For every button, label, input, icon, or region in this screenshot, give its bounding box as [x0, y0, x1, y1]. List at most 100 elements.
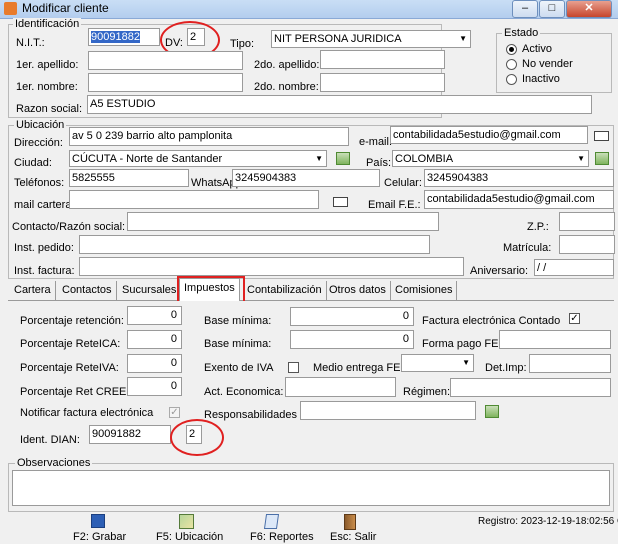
direccion-input[interactable]: av 5 0 239 barrio alto pamplonita — [69, 127, 349, 146]
medio-entrega-label: Medio entrega FE: — [313, 362, 404, 374]
medio-entrega-select[interactable]: ▼ — [401, 354, 474, 372]
close-button[interactable]: ✕ — [566, 0, 612, 18]
nit-label: N.I.T.: — [16, 37, 45, 49]
regimen-input[interactable] — [450, 378, 611, 397]
ident-dian-label: Ident. DIAN: — [20, 434, 80, 446]
direccion-label: Dirección: — [14, 137, 63, 149]
reteiva-label: Porcentaje ReteIVA: — [20, 362, 119, 374]
window-title: Modificar cliente — [22, 1, 109, 15]
email-fe-input[interactable]: contabilidada5estudio@gmail.com — [424, 190, 614, 209]
cree-input[interactable]: 0 — [127, 377, 182, 396]
responsabilidades-label: Responsabilidades — [204, 409, 297, 421]
nombre1-input[interactable] — [88, 73, 243, 92]
telefonos-input[interactable]: 5825555 — [69, 169, 189, 187]
mail-icon[interactable] — [333, 197, 348, 207]
razon-input[interactable]: A5 ESTUDIO — [87, 95, 592, 114]
exit-door-icon — [344, 514, 356, 530]
base-minima-2-input[interactable]: 0 — [290, 330, 414, 349]
reteiva-input[interactable]: 0 — [127, 354, 182, 373]
ciudad-browse-icon[interactable] — [336, 152, 350, 165]
nit-value: 90091882 — [91, 31, 140, 43]
forma-pago-input[interactable] — [499, 330, 611, 349]
base-minima-2-label: Base mínima: — [204, 338, 272, 350]
observaciones-textarea[interactable] — [12, 470, 610, 506]
reteica-input[interactable]: 0 — [127, 330, 182, 349]
telefonos-label: Teléfonos: — [14, 177, 65, 189]
whatsapp-input[interactable]: 3245904383 — [232, 169, 380, 187]
inst-pedido-input[interactable] — [79, 235, 430, 254]
responsabilidades-browse-icon[interactable] — [485, 405, 499, 418]
tab-contabilizacion[interactable]: Contabilización — [243, 281, 327, 300]
radio-activo[interactable] — [506, 44, 517, 55]
estado-group-label: Estado — [502, 27, 541, 39]
email-fe-label: Email F.E.: — [368, 199, 421, 211]
apellido2-input[interactable] — [320, 50, 445, 69]
ciudad-label: Ciudad: — [14, 157, 52, 169]
map-icon — [179, 514, 194, 529]
mail-cartera-label: mail cartera: — [14, 199, 75, 211]
act-economica-label: Act. Economica: — [204, 386, 284, 398]
pais-value: COLOMBIA — [395, 153, 454, 165]
base-minima-1-label: Base mínima: — [204, 315, 272, 327]
mail-icon[interactable] — [594, 131, 609, 141]
regimen-label: Régimen: — [403, 386, 451, 398]
radio-inactivo-label: Inactivo — [522, 73, 560, 85]
notificar-fe-label: Notificar factura electrónica — [20, 407, 154, 419]
zp-input[interactable] — [559, 212, 615, 231]
inst-factura-input[interactable] — [79, 257, 464, 276]
contacto-label: Contacto/Razón social: — [12, 221, 126, 233]
nit-input[interactable]: 90091882 — [88, 28, 160, 46]
tab-comisiones[interactable]: Comisiones — [391, 281, 458, 300]
celular-input[interactable]: 3245904383 — [424, 169, 614, 187]
chevron-down-icon: ▼ — [577, 154, 585, 163]
contacto-input[interactable] — [127, 212, 439, 231]
minimize-button[interactable]: – — [512, 0, 538, 18]
nombre2-label: 2do. nombre: — [254, 81, 319, 93]
chevron-down-icon: ▼ — [459, 34, 467, 43]
save-icon — [91, 514, 105, 528]
chevron-down-icon: ▼ — [462, 358, 470, 367]
ciudad-select[interactable]: CÚCUTA - Norte de Santander ▼ — [69, 150, 327, 167]
tipo-select[interactable]: NIT PERSONA JURIDICA ▼ — [271, 30, 471, 48]
forma-pago-label: Forma pago FE: — [422, 338, 502, 350]
exento-iva-label: Exento de IVA — [204, 362, 274, 374]
observaciones-group-label: Observaciones — [15, 457, 93, 469]
tab-cartera[interactable]: Cartera — [10, 281, 56, 300]
aniversario-input[interactable]: / / — [534, 259, 614, 276]
radio-inactivo[interactable] — [506, 74, 517, 85]
mail-cartera-input[interactable] — [69, 190, 319, 209]
pais-select[interactable]: COLOMBIA ▼ — [392, 150, 589, 167]
det-imp-input[interactable] — [529, 354, 611, 373]
notificar-fe-checkbox[interactable]: ✓ — [169, 407, 180, 418]
retencion-input[interactable]: 0 — [127, 306, 182, 325]
tipo-value: NIT PERSONA JURIDICA — [274, 33, 402, 45]
act-economica-input[interactable] — [285, 377, 396, 397]
email-label: e-mail: — [359, 136, 393, 148]
nombre1-label: 1er. nombre: — [16, 81, 78, 93]
ident-group-label: Identificación — [13, 18, 82, 30]
celular-label: Celular: — [384, 177, 422, 189]
det-imp-label: Det.Imp: — [485, 362, 527, 374]
responsabilidades-input[interactable] — [300, 401, 476, 420]
pais-browse-icon[interactable] — [595, 152, 609, 165]
inst-factura-label: Inst. factura: — [14, 265, 75, 277]
ubicacion-group-label: Ubicación — [14, 119, 67, 131]
ciudad-value: CÚCUTA - Norte de Santander — [72, 153, 223, 165]
base-minima-1-input[interactable]: 0 — [290, 307, 414, 326]
annotation-circle-dian-dv — [170, 419, 224, 456]
ident-dian-input[interactable]: 90091882 — [89, 425, 171, 444]
exento-iva-checkbox[interactable] — [288, 362, 299, 373]
razon-label: Razon social: — [16, 103, 83, 115]
maximize-button[interactable]: □ — [539, 0, 565, 18]
radio-no-vender[interactable] — [506, 59, 517, 70]
apellido1-label: 1er. apellido: — [16, 59, 79, 71]
tab-contactos[interactable]: Contactos — [58, 281, 117, 300]
tab-sucursales[interactable]: Sucursales — [118, 281, 182, 300]
email-input[interactable]: contabilidada5estudio@gmail.com — [390, 126, 588, 144]
fe-contado-checkbox[interactable]: ✓ — [569, 313, 580, 324]
radio-activo-label: Activo — [522, 43, 552, 55]
matricula-input[interactable] — [559, 235, 615, 254]
nombre2-input[interactable] — [320, 73, 445, 92]
apellido1-input[interactable] — [88, 51, 243, 70]
tab-otros-datos[interactable]: Otros datos — [325, 281, 391, 300]
